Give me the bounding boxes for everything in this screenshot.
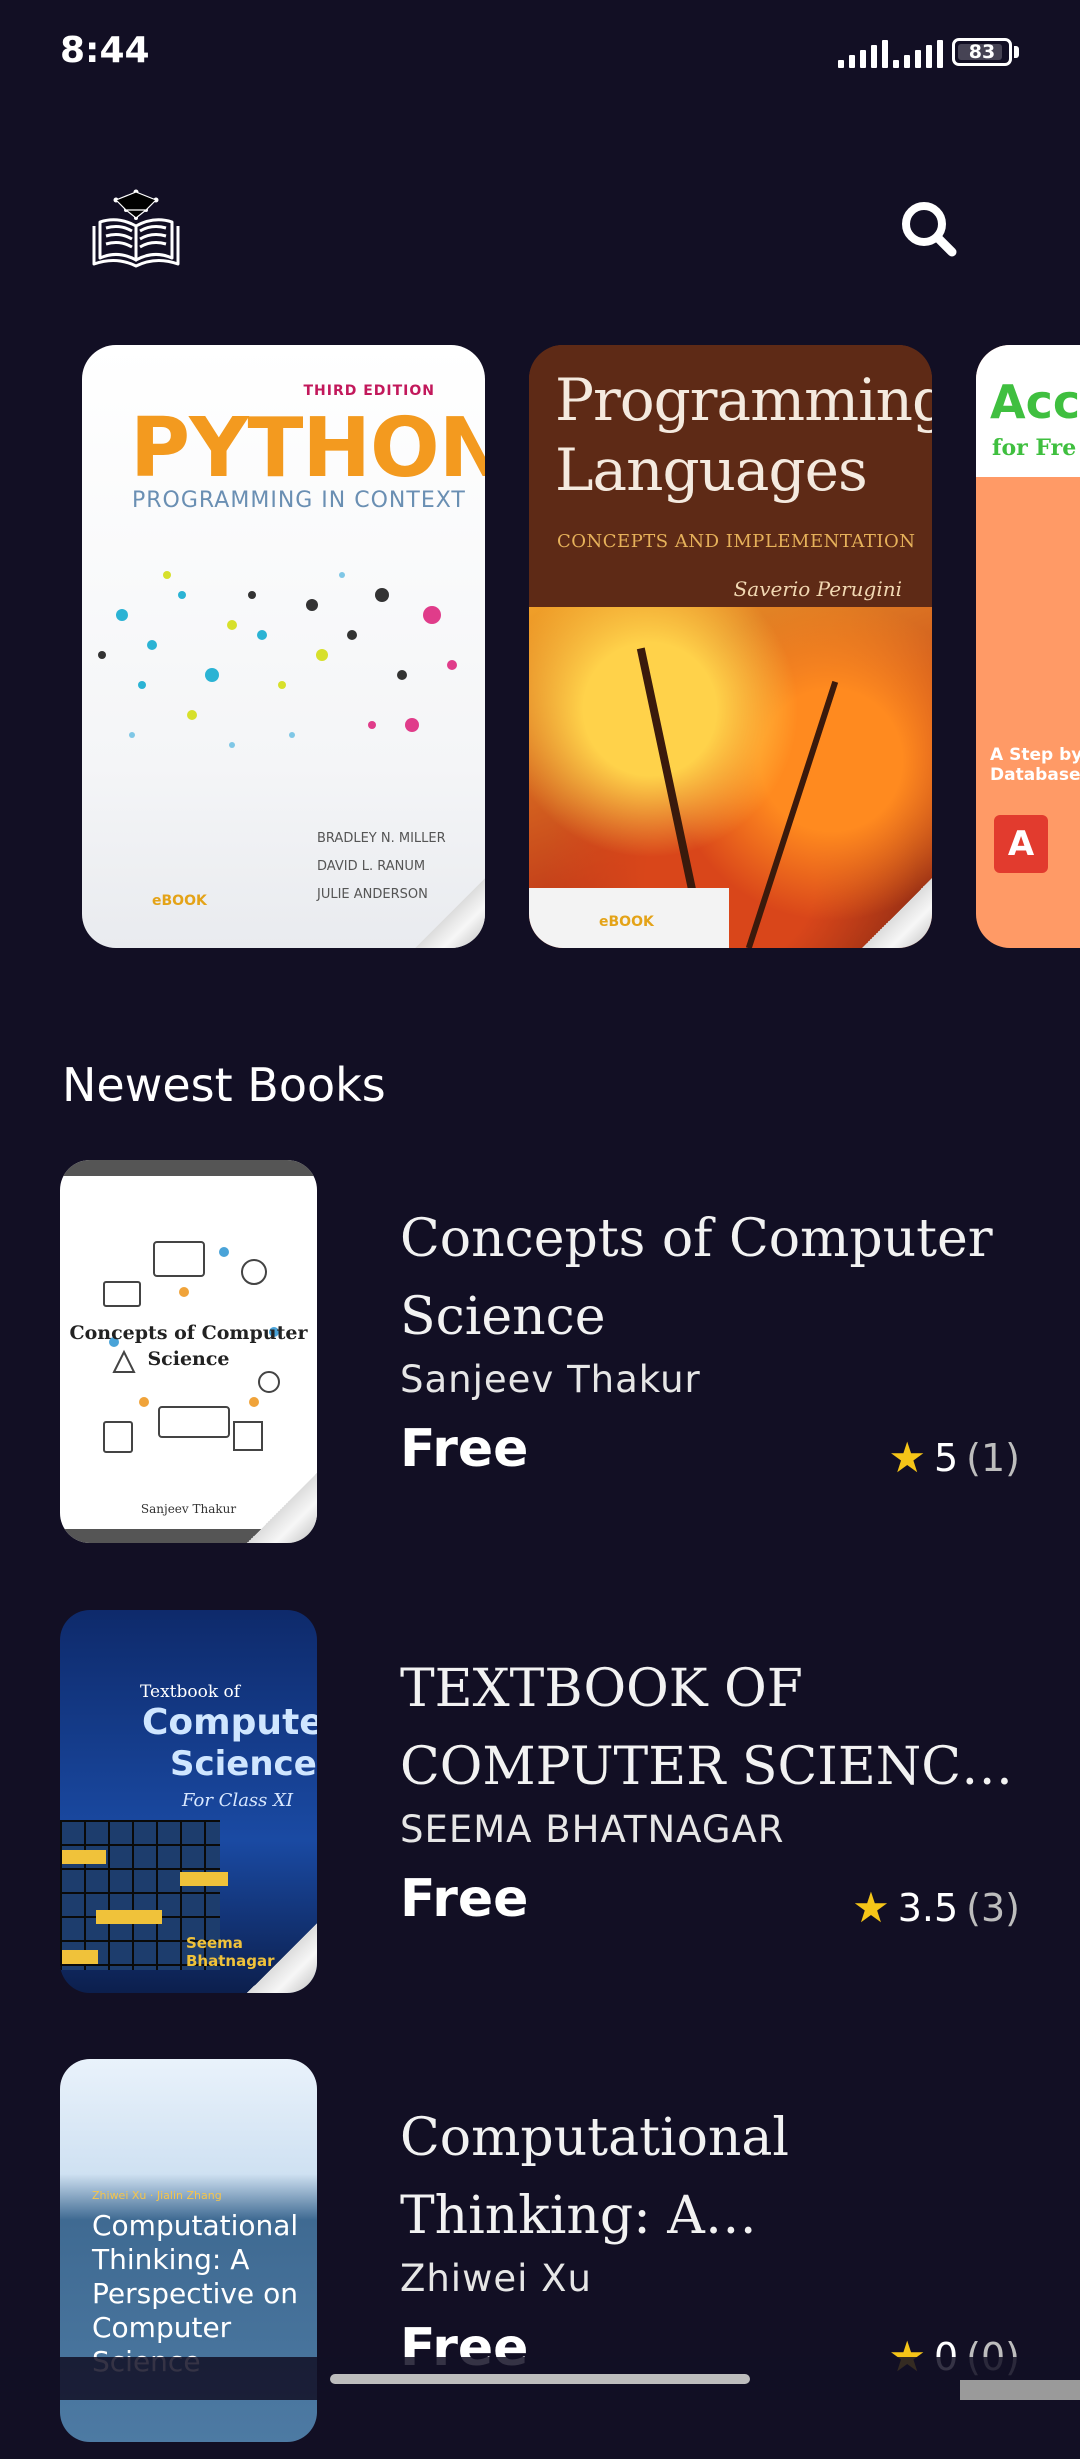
rating-value: 5 — [933, 1435, 959, 1480]
cover-edition: THIRD EDITION — [303, 383, 435, 399]
book-list-item[interactable]: Textbook of Computer Science For Class X… — [0, 1610, 1080, 2010]
signal-icon-2 — [893, 38, 943, 68]
cover-title: Programming Languages — [555, 366, 932, 504]
cover-authors: Zhiwei Xu · Jialin Zhang — [92, 2189, 222, 2202]
cover-dots-art — [98, 571, 457, 748]
book-list-item[interactable]: Concepts of Computer Science Sanjeev Tha… — [0, 1160, 1080, 1560]
section-title-newest-books: Newest Books — [62, 1058, 386, 1112]
page-curl-icon — [415, 878, 485, 948]
price-rating-row: Free ★ 3.5 (3) — [400, 1861, 1020, 1941]
carousel-book-python[interactable]: THIRD EDITION PYTHON PROGRAMMING IN CONT… — [82, 345, 485, 948]
page-curl-icon — [862, 878, 932, 948]
cover-badge: eBOOK — [599, 914, 654, 930]
book-title: Concepts of Computer Science — [400, 1209, 993, 1347]
book-price: Free — [400, 1419, 529, 1479]
status-bar: 8:44 83 — [0, 0, 1080, 110]
battery-cap — [1014, 46, 1019, 58]
book-rating: ★ 5 (1) — [888, 1433, 1020, 1482]
battery-icon: 83 — [952, 38, 1012, 66]
cover-title: PYTHON — [130, 401, 485, 496]
search-button[interactable] — [890, 190, 970, 270]
book-price: Free — [400, 1869, 529, 1929]
rating-count: (1) — [966, 1435, 1020, 1480]
book-title: TEXTBOOK OF COMPUTER SCIENCE ... — [400, 1659, 1000, 1797]
book-author: Sanjeev Thakur — [400, 1358, 701, 1401]
cover-subtitle: PROGRAMMING IN CONTEXT — [132, 488, 466, 513]
search-icon — [902, 202, 957, 257]
cover-author: Saverio Perugini — [733, 577, 902, 601]
rating-value: 3.5 — [897, 1885, 959, 1930]
price-rating-row: Free ★ 5 (1) — [400, 1411, 1020, 1491]
book-author: SEEMA BHATNAGAR — [400, 1808, 785, 1851]
cover-class: For Class XI — [182, 1790, 294, 1811]
rating-count: (3) — [966, 1885, 1020, 1930]
cover-note: A Step by Database- — [990, 745, 1080, 785]
cover-badge: eBOOK — [152, 893, 207, 909]
page-curl-icon — [247, 1923, 317, 1993]
open-book-logo-icon — [86, 186, 186, 276]
book-author: Zhiwei Xu — [400, 2257, 592, 2300]
carousel-book-access[interactable]: Acc for Fre A Step by Database- A — [976, 345, 1080, 948]
cover-title-line2: Science — [170, 1744, 317, 1784]
book-rating: ★ 3.5 (3) — [852, 1883, 1020, 1932]
book-title: Computational Thinking: A Perspective on… — [400, 2108, 790, 2246]
access-logo-icon: A — [994, 815, 1048, 873]
cover-small-title: Textbook of — [140, 1682, 241, 1702]
home-gesture-handle[interactable] — [330, 2374, 750, 2384]
cover-title: Computational Thinking: A Perspective on… — [92, 2209, 299, 2378]
cover-title: Acc — [990, 375, 1080, 429]
cover-title: Concepts of Computer Science — [69, 1322, 308, 1370]
book-info: TEXTBOOK OF COMPUTER SCIENCE ... SEEMA B… — [400, 1610, 1020, 1941]
featured-carousel[interactable]: THIRD EDITION PYTHON PROGRAMMING IN CONT… — [0, 345, 1080, 950]
carousel-book-programming-languages[interactable]: Programming Languages CONCEPTS AND IMPLE… — [529, 345, 932, 948]
book-cover-thumbnail: Concepts of Computer Science Sanjeev Tha… — [60, 1160, 317, 1543]
status-time: 8:44 — [60, 30, 150, 71]
cover-subtitle: for Fre — [992, 435, 1077, 461]
battery-level: 83 — [968, 41, 996, 63]
book-cover-thumbnail: Textbook of Computer Science For Class X… — [60, 1610, 317, 1993]
star-icon: ★ — [852, 1883, 890, 1932]
book-info: Computational Thinking: A Perspective on… — [400, 2059, 1020, 2390]
book-info: Concepts of Computer Science Sanjeev Tha… — [400, 1160, 1020, 1491]
nav-corner-indicator — [960, 2380, 1080, 2400]
cover-title-line1: Computer — [142, 1702, 317, 1743]
cover-subtitle: CONCEPTS AND IMPLEMENTATION — [557, 531, 916, 552]
page-curl-icon — [247, 1473, 317, 1543]
star-icon: ★ — [888, 1433, 926, 1482]
signal-icon — [838, 38, 888, 68]
